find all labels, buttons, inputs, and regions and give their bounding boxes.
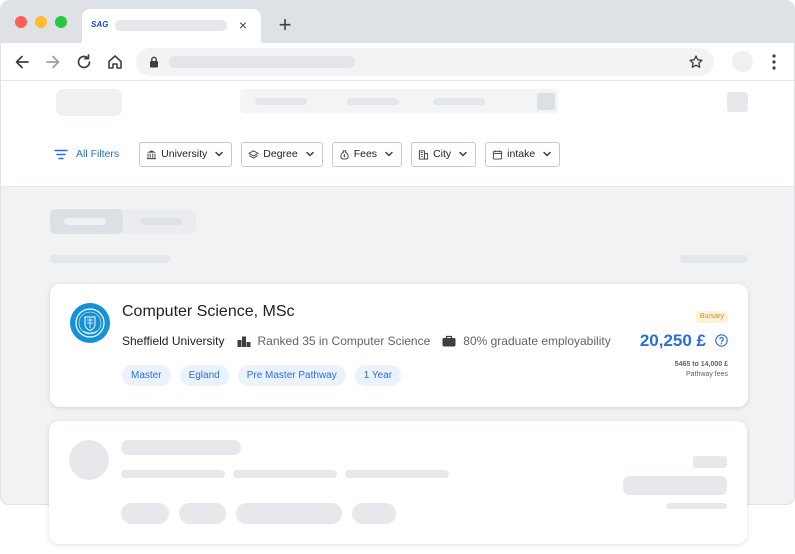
browser-tab[interactable]: SAG × <box>82 9 261 43</box>
favicon-icon: SAG <box>91 20 109 29</box>
nav-item-placeholder <box>347 98 399 105</box>
meta-placeholder <box>233 470 337 478</box>
building-icon <box>418 149 429 160</box>
course-price: 20,250 £ <box>639 331 706 350</box>
all-filters-label: All Filters <box>76 148 120 160</box>
filter-icon <box>54 149 68 159</box>
chevron-down-icon <box>385 151 393 157</box>
tag-placeholder <box>121 503 169 524</box>
title-placeholder <box>121 440 241 455</box>
filter-fees-label: Fees <box>353 148 378 160</box>
badge-placeholder <box>693 456 727 468</box>
course-tag-pathway: Pre Master Pathway <box>237 365 346 386</box>
filter-degree-label: Degree <box>263 148 298 160</box>
course-card[interactable]: Computer Science, MSc Sheffield Universi… <box>50 284 748 407</box>
close-window-button[interactable] <box>15 16 27 28</box>
price-placeholder <box>623 476 727 495</box>
course-ranking-text: Ranked 35 in Computer Science <box>257 334 431 348</box>
toggle-label-placeholder <box>140 218 182 225</box>
ranking-podium-icon <box>237 336 250 347</box>
university-name[interactable]: Sheffield University <box>122 334 225 348</box>
maximize-window-button[interactable] <box>55 16 67 28</box>
meta-placeholder <box>121 470 225 478</box>
tag-placeholder <box>179 503 226 524</box>
bursary-badge: Bursary <box>695 311 728 323</box>
logo-placeholder <box>69 440 109 480</box>
course-tag-duration: 1 Year <box>354 365 402 386</box>
minimize-window-button[interactable] <box>35 16 47 28</box>
forward-arrow-icon[interactable] <box>43 52 63 72</box>
filter-city-label: City <box>433 148 452 160</box>
help-circle-icon[interactable] <box>715 334 728 347</box>
tag-placeholder <box>236 503 342 524</box>
university-crest-icon <box>75 308 105 338</box>
filter-university[interactable]: University <box>139 141 233 167</box>
course-title[interactable]: Computer Science, MSc <box>122 303 295 321</box>
course-tag-level: Master <box>122 365 171 386</box>
back-arrow-icon[interactable] <box>12 52 32 72</box>
graduation-cap-icon <box>248 149 259 158</box>
meta-placeholder <box>345 470 449 478</box>
bookmark-star-icon[interactable] <box>688 54 704 70</box>
pathway-fees-label: Pathway fees <box>685 371 728 378</box>
course-meta: Sheffield University Ranked 35 in Comput… <box>122 333 611 349</box>
chevron-down-icon <box>215 151 224 157</box>
briefcase-icon <box>442 335 456 347</box>
filter-bar: All Filters University Degree Fees City … <box>54 141 569 167</box>
university-icon <box>147 149 157 159</box>
filter-intake[interactable]: intake <box>485 141 561 167</box>
nav-item-placeholder <box>433 98 485 105</box>
chevron-down-icon <box>543 151 551 157</box>
calendar-icon <box>493 149 503 160</box>
tab-title-placeholder <box>115 20 227 31</box>
course-employability-text: 80% graduate employability <box>463 334 611 348</box>
money-bag-icon <box>340 149 349 160</box>
chevron-down-icon <box>459 151 467 157</box>
url-placeholder <box>169 56 355 68</box>
address-bar[interactable] <box>136 48 714 76</box>
tag-placeholder <box>352 503 396 524</box>
all-filters-button[interactable]: All Filters <box>54 148 119 160</box>
chevron-down-icon <box>305 151 314 157</box>
course-employability: 80% graduate employability <box>442 334 611 348</box>
toggle-label-placeholder <box>64 218 106 225</box>
tab-close-button[interactable]: × <box>235 16 251 34</box>
course-tags: Master Egland Pre Master Pathway 1 Year <box>122 365 410 386</box>
lock-icon <box>150 56 158 68</box>
browser-menu-icon[interactable] <box>770 52 778 72</box>
results-count-placeholder <box>50 255 170 263</box>
course-tag-country: Egland <box>179 365 229 386</box>
reload-icon[interactable] <box>74 52 94 72</box>
account-placeholder <box>727 92 748 112</box>
nav-item-placeholder <box>255 98 307 105</box>
browser-toolbar <box>1 43 794 81</box>
view-toggle-placeholder[interactable] <box>50 209 196 234</box>
sort-placeholder <box>680 255 748 263</box>
filter-intake-label: intake <box>507 148 536 160</box>
filter-fees[interactable]: Fees <box>331 141 403 167</box>
browser-titlebar: SAG × + <box>1 1 794 43</box>
filter-university-label: University <box>161 148 208 160</box>
site-header: All Filters University Degree Fees City … <box>1 81 794 187</box>
profile-avatar[interactable] <box>732 51 753 72</box>
nav-search-placeholder <box>537 93 555 110</box>
pathway-fees-range: 5465 to 14,000 £ <box>674 361 728 368</box>
course-ranking: Ranked 35 in Computer Science <box>237 334 431 348</box>
home-icon[interactable] <box>105 52 125 72</box>
fees-placeholder <box>666 503 727 509</box>
university-logo <box>70 303 110 343</box>
filter-city[interactable]: City <box>411 141 477 167</box>
filter-degree[interactable]: Degree <box>241 141 323 167</box>
site-logo-placeholder <box>56 89 122 116</box>
new-tab-button[interactable]: + <box>275 13 295 37</box>
course-card-skeleton <box>49 421 747 544</box>
